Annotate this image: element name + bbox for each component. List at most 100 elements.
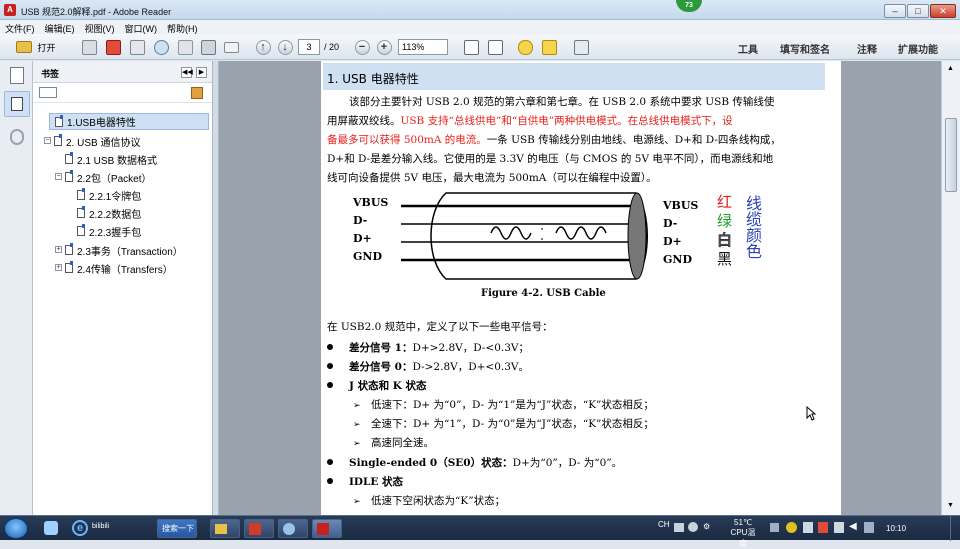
collapse-toggle-2-2[interactable]: − (55, 173, 62, 180)
arrow-up-icon: ↑ (255, 39, 271, 55)
highlight-button[interactable] (540, 38, 558, 56)
collapse-toggle-2[interactable]: − (44, 137, 51, 144)
keyboard-icon[interactable] (674, 523, 684, 532)
bookmarks-toolbar (33, 83, 212, 103)
highlighter-icon (541, 39, 557, 55)
menu-window[interactable]: 窗口(W) (120, 20, 163, 35)
sub-item-text: 全速下：D+ 为“1”，D- 为“0”是为“J”状态，“K”状态相反； (371, 418, 654, 430)
bookmarks-panel-button[interactable] (4, 91, 30, 117)
zoom-in-button[interactable]: + (375, 38, 393, 56)
color-label-white: 白 (716, 231, 733, 250)
bookmark-item-2-2-3[interactable]: 2.2.3握手包 (77, 224, 142, 239)
bookmark-item-2-2-1[interactable]: 2.2.1令牌包 (77, 188, 142, 203)
tray-network-icon[interactable] (834, 522, 844, 533)
page-thumbnails-icon[interactable] (10, 67, 24, 84)
bookmark-item-2[interactable]: 2. USB 通信协议 (54, 134, 140, 149)
upload-button[interactable] (152, 38, 170, 56)
adobe-reader-icon (317, 523, 329, 535)
email-button[interactable] (222, 38, 240, 56)
color-label-green: 绿 (717, 212, 733, 230)
scroll-thumb[interactable] (945, 118, 957, 192)
options-menu-icon[interactable] (39, 87, 57, 98)
fit-page-icon (463, 39, 479, 55)
bookmark-item-2-3[interactable]: 2.3事务（Transaction） (65, 243, 183, 258)
tray-help-icon[interactable] (688, 522, 698, 532)
menu-view[interactable]: 视图(V) (80, 20, 120, 35)
page-number-input[interactable]: 3 (298, 39, 320, 55)
list-item-title: 差分信号 0： (349, 361, 413, 373)
bookmark-item-1[interactable]: 1.USB电器特性 (49, 113, 209, 130)
bookmark-item-2-1[interactable]: 2.1 USB 数据格式 (65, 152, 157, 167)
print-button[interactable] (199, 38, 217, 56)
tray-app-icon[interactable] (818, 522, 828, 533)
comment-button[interactable] (516, 38, 534, 56)
clock[interactable]: 10:10 (886, 524, 906, 533)
expand-toggle-2-4[interactable]: + (55, 264, 62, 271)
zoom-select[interactable]: 113% (398, 39, 448, 55)
fullscreen-button[interactable] (572, 38, 590, 56)
tray-arrow-icon[interactable] (770, 523, 779, 532)
bookmark-item-2-4[interactable]: 2.4传输（Transfers） (65, 261, 173, 276)
tray-flag-icon[interactable] (864, 522, 874, 533)
paperclip-icon[interactable] (10, 129, 24, 145)
printer-icon (200, 39, 216, 55)
create-pdf-button[interactable] (80, 38, 98, 56)
save-button[interactable] (176, 38, 194, 56)
fit-width-button[interactable] (486, 38, 504, 56)
adobe-reader-task[interactable] (312, 519, 342, 538)
tray-device-icon[interactable] (803, 522, 813, 533)
tray-settings-icon[interactable]: ⚙ (703, 522, 710, 531)
folder-icon (16, 41, 33, 53)
comment-pane-button[interactable]: 注释 (857, 41, 877, 56)
list-item-title: J 状态和 K 状态 (349, 380, 427, 392)
pin-label: GND (663, 253, 692, 266)
bookmark-label: 2.2.1令牌包 (89, 191, 142, 203)
fit-width-icon (487, 39, 503, 55)
tools-pane-button[interactable]: 工具 (738, 41, 758, 56)
start-button[interactable] (4, 518, 28, 539)
ie-icon[interactable]: e (72, 520, 88, 536)
new-bookmark-icon[interactable] (191, 87, 203, 99)
scroll-up-icon[interactable]: ▲ (947, 65, 954, 72)
vertical-scrollbar[interactable]: ▲ ▼ (941, 61, 960, 515)
app-icon[interactable] (44, 521, 58, 535)
prev-page-button[interactable]: ↑ (254, 38, 272, 56)
chat-task[interactable] (278, 519, 308, 538)
next-page-button[interactable]: ↓ (276, 38, 294, 56)
show-desktop-button[interactable] (950, 516, 960, 541)
collapse-panel-icon[interactable]: ◀◀ (181, 67, 193, 78)
bookmark-item-2-2[interactable]: 2.2包（Packet） (65, 170, 151, 185)
expand-toggle-2-3[interactable]: + (55, 246, 62, 253)
menu-edit[interactable]: 编辑(E) (40, 20, 80, 35)
menu-file[interactable]: 文件(F) (0, 20, 40, 35)
notification-badge[interactable]: 73 (676, 0, 702, 12)
volume-icon[interactable]: ◀ (849, 521, 857, 532)
open-button[interactable]: 打开 (10, 38, 62, 56)
cloud-upload-icon (153, 39, 169, 55)
scroll-down-icon[interactable]: ▼ (947, 502, 954, 509)
close-button[interactable]: ✕ (930, 4, 956, 18)
ie-label: bilibili (92, 523, 110, 530)
bullet-icon (327, 344, 333, 350)
menu-help[interactable]: 帮助(H) (162, 20, 203, 35)
minimize-button[interactable]: – (884, 4, 906, 18)
wps-task[interactable] (244, 519, 274, 538)
explorer-task[interactable] (210, 519, 240, 538)
combine-button[interactable] (104, 38, 122, 56)
bookmark-icon (54, 134, 62, 146)
edit-button[interactable] (128, 38, 146, 56)
tray-security-icon[interactable] (786, 522, 797, 533)
bookmark-item-2-2-2[interactable]: 2.2.2数据包 (77, 206, 141, 221)
arrow-down-icon: ↓ (277, 39, 293, 55)
search-button[interactable]: 搜索一下 (157, 519, 197, 538)
maximize-button[interactable]: □ (907, 4, 929, 18)
list-item-title: IDLE 状态 (349, 476, 404, 488)
fit-page-button[interactable] (462, 38, 480, 56)
zoom-out-button[interactable]: − (353, 38, 371, 56)
bookmark-label: 2.2.3握手包 (89, 227, 142, 239)
extend-pane-button[interactable]: 扩展功能 (898, 41, 938, 56)
panel-menu-icon[interactable]: ▶ (196, 67, 207, 78)
bookmark-icon (77, 206, 85, 218)
fill-sign-pane-button[interactable]: 填写和签名 (780, 41, 830, 56)
input-language[interactable]: CH (658, 520, 670, 529)
